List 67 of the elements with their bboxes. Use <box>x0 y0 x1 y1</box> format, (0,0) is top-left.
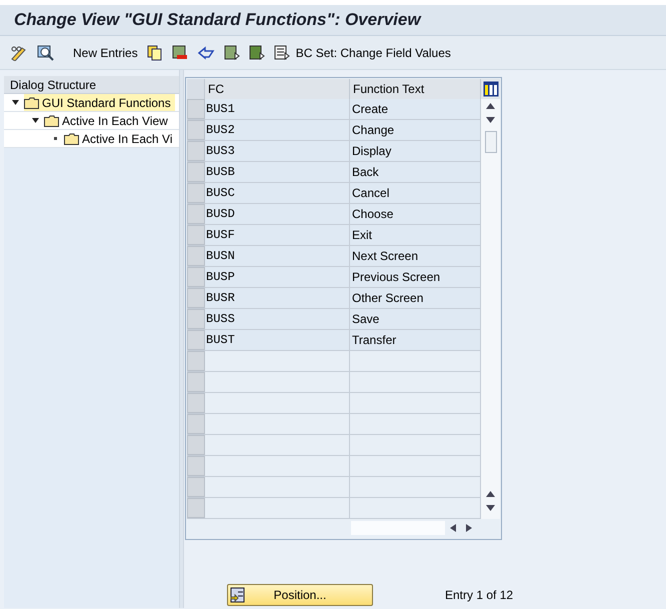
position-icon <box>230 587 246 603</box>
scroll-up-icon[interactable] <box>486 103 495 109</box>
dialog-structure-header: Dialog Structure <box>4 76 179 94</box>
row-selector[interactable] <box>187 435 205 455</box>
table-cell: BUSF <box>205 225 350 245</box>
entry-counter: Entry 1 of 12 <box>445 587 514 604</box>
column-header[interactable]: Function Text <box>350 79 481 99</box>
scroll-thumb[interactable] <box>484 131 496 153</box>
folder-icon <box>44 114 59 126</box>
row-selector[interactable] <box>187 288 205 308</box>
scroll-up-icon[interactable] <box>486 491 495 497</box>
table-cell: BUSN <box>205 246 350 266</box>
new-entries-button[interactable]: New Entries <box>73 44 138 62</box>
folder-icon <box>24 96 39 108</box>
tree-node[interactable]: Active In Each View <box>44 112 172 129</box>
table-cell: BUSC <box>205 183 350 203</box>
row-selector[interactable] <box>187 309 205 329</box>
select-block-icon[interactable] <box>248 44 265 60</box>
row-selector[interactable] <box>187 183 205 203</box>
table-cell: BUS3 <box>205 141 350 161</box>
row-selector[interactable] <box>187 246 205 266</box>
scroll-left-icon[interactable] <box>450 524 456 532</box>
tree-node[interactable]: Active In Each Vi <box>64 130 176 147</box>
table-cell: BUS1 <box>205 99 350 119</box>
expanded-triangle-icon[interactable] <box>12 99 18 106</box>
table-cell: BUSS <box>205 309 350 329</box>
table-cell: BUST <box>205 330 350 350</box>
table-cell: BUS2 <box>205 120 350 140</box>
pencil-glasses-icon[interactable] <box>10 44 28 60</box>
window-title: Change View "GUI Standard Functions": Overview <box>14 9 421 32</box>
table-cell: BUSP <box>205 267 350 287</box>
undo-arrow-icon[interactable] <box>196 44 215 60</box>
select-all-icon[interactable] <box>224 44 240 60</box>
scroll-down-icon[interactable] <box>486 505 495 511</box>
column-header[interactable]: FC <box>205 79 350 99</box>
copy-icon[interactable] <box>146 44 163 60</box>
position-button[interactable]: Position... <box>227 584 373 606</box>
row-selector[interactable] <box>187 204 205 224</box>
tree-node[interactable]: GUI Standard Functions <box>24 94 175 111</box>
row-selector[interactable] <box>187 498 205 518</box>
column-settings-icon[interactable] <box>482 81 498 97</box>
row-selector[interactable] <box>187 225 205 245</box>
row-selector[interactable] <box>187 372 205 392</box>
bc-set-button[interactable]: BC Set: Change Field Values <box>296 44 451 62</box>
row-selector[interactable] <box>187 456 205 476</box>
delete-rows-icon[interactable] <box>172 44 188 60</box>
folder-icon <box>64 132 79 144</box>
table-cell: BUSB <box>205 162 350 182</box>
row-selector[interactable] <box>187 267 205 287</box>
deselect-all-icon[interactable] <box>274 44 290 60</box>
scroll-down-icon[interactable] <box>486 117 495 123</box>
scroll-right-icon[interactable] <box>466 524 472 532</box>
table-cell: BUSD <box>205 204 350 224</box>
expanded-triangle-icon[interactable] <box>32 117 38 124</box>
row-selector[interactable] <box>187 141 205 161</box>
row-selector[interactable] <box>187 351 205 371</box>
magnifier-icon[interactable] <box>37 44 54 60</box>
row-selector[interactable] <box>187 477 205 497</box>
row-selector[interactable] <box>187 330 205 350</box>
row-selector[interactable] <box>187 162 205 182</box>
table-cell: BUSR <box>205 288 350 308</box>
row-selector[interactable] <box>187 393 205 413</box>
row-selector[interactable] <box>187 99 205 119</box>
select-all-corner[interactable] <box>187 79 205 99</box>
vertical-scrollbar[interactable] <box>481 99 500 519</box>
row-selector[interactable] <box>187 120 205 140</box>
row-selector[interactable] <box>187 414 205 434</box>
